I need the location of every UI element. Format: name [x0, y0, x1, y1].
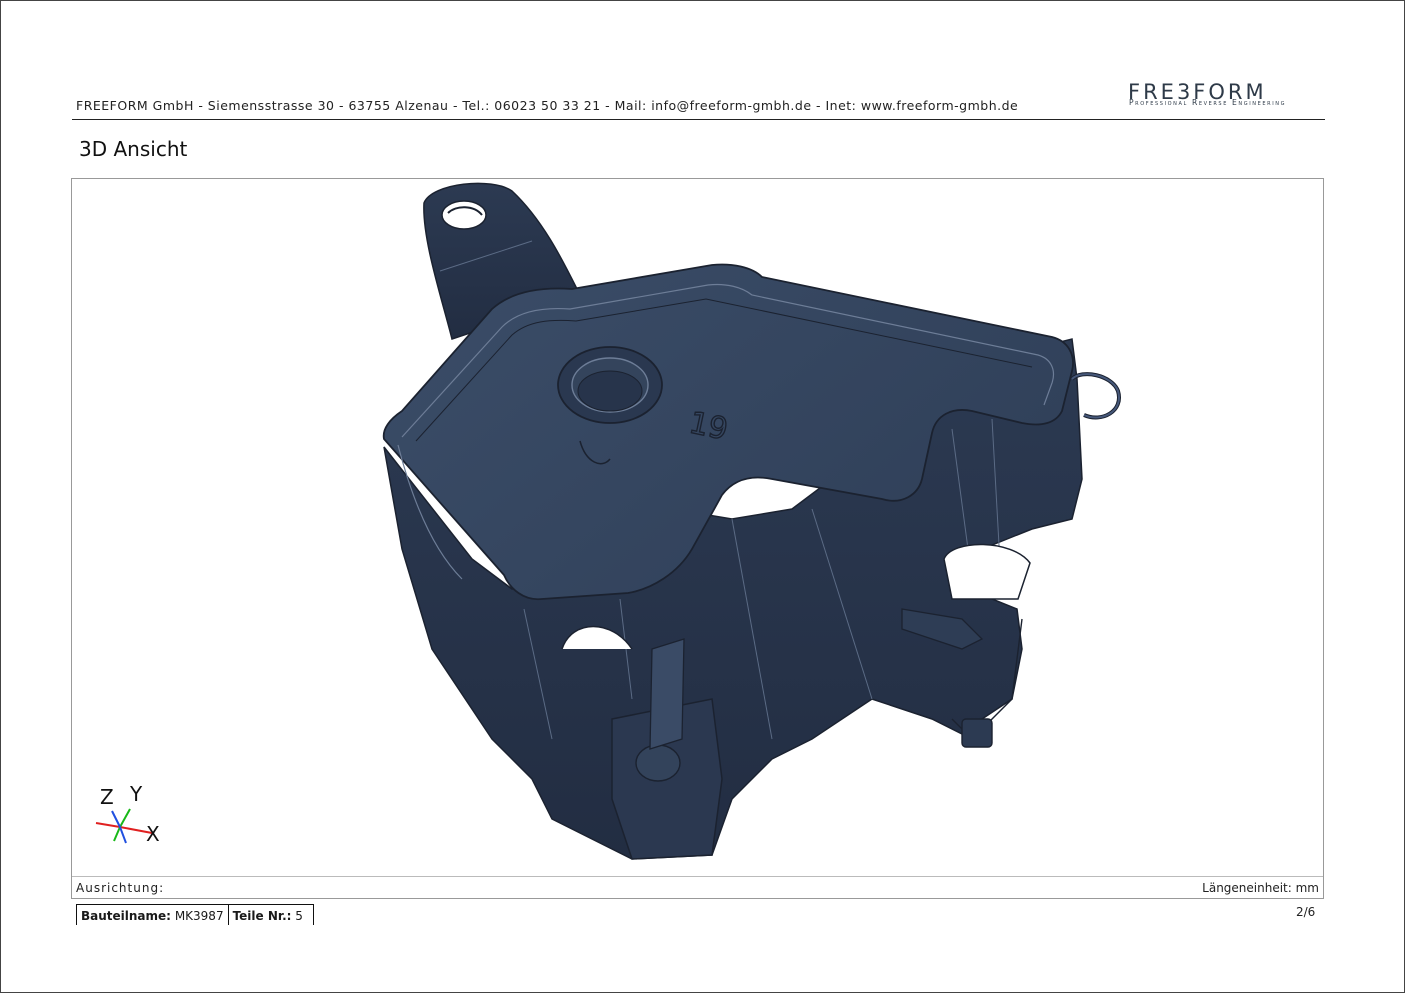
- axis-triad: Z Y X: [90, 779, 170, 854]
- part-name-value: MK3987: [174, 909, 224, 923]
- axis-z-label: Z: [100, 785, 114, 809]
- logo-tagline: Professional Reverse Engineering: [1129, 98, 1287, 107]
- freeform-logo: FRE3FORM Professional Reverse Engineerin…: [1128, 80, 1330, 110]
- part-name-label: Bauteilname:: [81, 909, 171, 923]
- part-no-value: 5: [295, 909, 303, 923]
- company-address-line: FREEFORM GmbH - Siemensstrasse 30 - 6375…: [76, 98, 1019, 113]
- page-title: 3D Ansicht: [79, 137, 188, 161]
- viewer-status-bar: Ausrichtung: Längeneinheit: mm: [72, 876, 1323, 898]
- 3d-view-panel[interactable]: 19 Z Y X Ausrichtung: Längeneinheit: mm: [71, 178, 1324, 899]
- axis-x-label: X: [146, 822, 160, 846]
- part-no-cell: Teile Nr.: 5: [227, 905, 313, 925]
- orientation-label: Ausrichtung:: [76, 881, 165, 895]
- part-name-cell: Bauteilname: MK3987: [77, 905, 228, 925]
- part-no-label: Teile Nr.:: [232, 909, 292, 923]
- page-number: 2/6: [1296, 905, 1316, 919]
- part-info-box: Bauteilname: MK3987 Teile Nr.: 5: [76, 904, 314, 925]
- header-divider: [72, 119, 1325, 120]
- axis-y-label: Y: [130, 782, 143, 806]
- unit-label: Längeneinheit: mm: [1202, 881, 1319, 895]
- 3d-model-render: 19: [382, 182, 1121, 860]
